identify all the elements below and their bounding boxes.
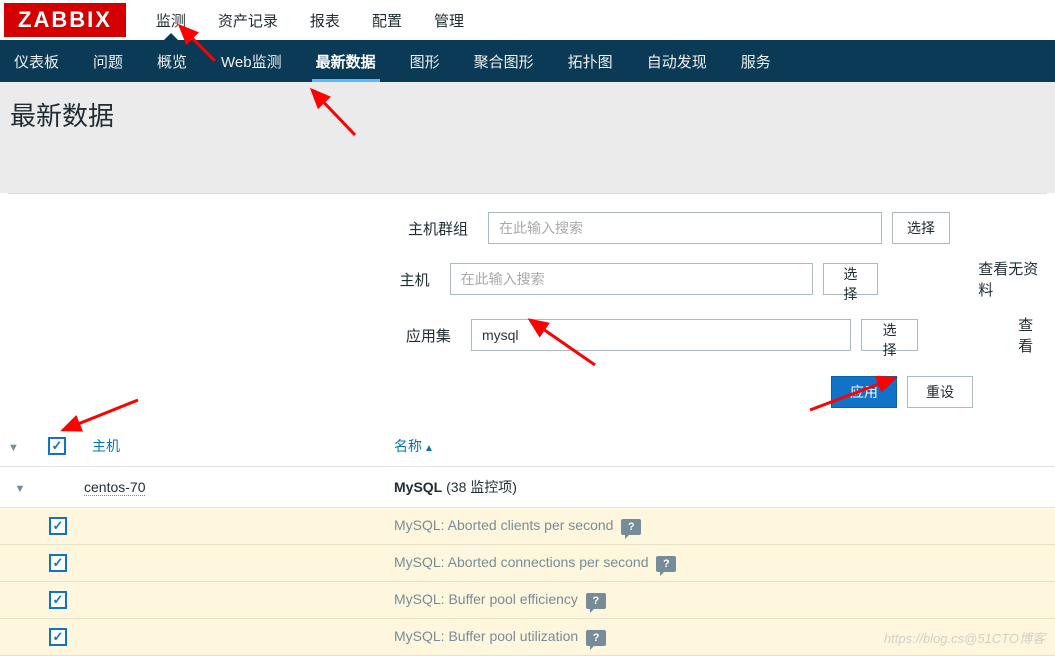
item-name[interactable]: MySQL: Aborted connections per second — [394, 554, 648, 570]
row-checkbox[interactable] — [49, 554, 67, 572]
row-checkbox[interactable] — [49, 628, 67, 646]
app-input[interactable] — [471, 319, 851, 351]
app-name: MySQL — [394, 479, 442, 495]
filter-row-host: 主机 选择 查看无资料 — [8, 258, 1047, 300]
check-all-checkbox[interactable] — [48, 437, 66, 455]
logo: ZABBIX — [4, 3, 126, 37]
side-label-no-data: 查看无资料 — [978, 258, 1047, 300]
top-nav-item[interactable]: 监测 — [154, 0, 188, 41]
top-nav-item[interactable]: 报表 — [308, 0, 342, 41]
sub-nav-item[interactable]: Web监测 — [217, 41, 286, 82]
top-nav: 监测资产记录报表配置管理 — [154, 0, 466, 41]
help-icon[interactable]: ? — [586, 630, 606, 646]
sub-nav-item[interactable]: 服务 — [737, 41, 775, 82]
host-group-select-button[interactable]: 选择 — [892, 212, 950, 244]
sub-nav-item[interactable]: 仪表板 — [10, 41, 63, 82]
sub-nav-item[interactable]: 拓扑图 — [564, 41, 617, 82]
table-header-row: ▼ 主机 名称▲ — [0, 426, 1055, 467]
caret-down-icon[interactable]: ▼ — [15, 483, 26, 495]
filter-buttons: 应用 重设 — [8, 376, 1047, 408]
help-icon[interactable]: ? — [656, 556, 676, 572]
side-label-view: 查看 — [1018, 314, 1047, 356]
table-row: MySQL: Aborted clients per second ? — [0, 508, 1055, 545]
watermark: https://blog.cs@51CTO博客 — [884, 628, 1045, 647]
host-header[interactable]: 主机 — [76, 426, 386, 467]
app-select-button[interactable]: 选择 — [861, 319, 918, 351]
sub-nav: 仪表板问题概览 Web监测最新数据图形聚合图形拓扑图自动发现服务 — [0, 40, 1055, 82]
sub-nav-item[interactable]: 自动发现 — [643, 41, 711, 82]
check-all-header[interactable] — [40, 426, 76, 467]
page-header: 最新数据 — [0, 82, 1055, 193]
help-icon[interactable]: ? — [621, 519, 641, 535]
top-nav-item[interactable]: 配置 — [370, 0, 404, 41]
host-input[interactable] — [450, 263, 813, 295]
row-checkbox[interactable] — [49, 591, 67, 609]
table-row: MySQL: Buffer pool efficiency ? — [0, 582, 1055, 619]
name-header[interactable]: 名称▲ — [386, 426, 1055, 467]
host-group-input[interactable] — [488, 212, 882, 244]
reset-button[interactable]: 重设 — [907, 376, 973, 408]
page-title: 最新数据 — [10, 96, 1045, 133]
row-checkbox[interactable] — [49, 517, 67, 535]
filter-panel: 主机群组 选择 主机 选择 查看无资料 应用集 选择 查看 应用 重设 — [8, 193, 1047, 426]
item-name[interactable]: MySQL: Buffer pool efficiency — [394, 591, 578, 607]
table-group-row: ▼ centos-70 MySQL (38 监控项) — [0, 467, 1055, 508]
sub-nav-item[interactable]: 概览 — [153, 41, 191, 82]
app-label: 应用集 — [8, 325, 461, 346]
apply-button[interactable]: 应用 — [831, 376, 897, 408]
filter-row-host-group: 主机群组 选择 — [8, 212, 1047, 244]
sub-nav-item[interactable]: 图形 — [406, 41, 444, 82]
caret-down-icon[interactable]: ▼ — [8, 442, 19, 454]
host-select-button[interactable]: 选择 — [823, 263, 879, 295]
host-label: 主机 — [8, 269, 440, 290]
sub-nav-item[interactable]: 问题 — [89, 41, 127, 82]
sub-nav-item[interactable]: 最新数据 — [312, 41, 380, 82]
data-table: ▼ 主机 名称▲ ▼ centos-70 MySQL (38 监控项) MySQ… — [0, 426, 1055, 656]
sort-asc-icon: ▲ — [424, 443, 434, 454]
item-name[interactable]: MySQL: Aborted clients per second — [394, 517, 613, 533]
help-icon[interactable]: ? — [586, 593, 606, 609]
expand-all-header[interactable]: ▼ — [0, 426, 40, 467]
top-bar: ZABBIX 监测资产记录报表配置管理 — [0, 0, 1055, 40]
top-nav-item[interactable]: 资产记录 — [216, 0, 280, 41]
app-count: (38 监控项) — [446, 479, 517, 495]
sub-nav-item[interactable]: 聚合图形 — [470, 41, 538, 82]
filter-row-app: 应用集 选择 查看 — [8, 314, 1047, 356]
table-row: MySQL: Aborted connections per second ? — [0, 545, 1055, 582]
item-name[interactable]: MySQL: Buffer pool utilization — [394, 628, 578, 644]
host-link[interactable]: centos-70 — [84, 479, 145, 496]
top-nav-item[interactable]: 管理 — [432, 0, 466, 41]
host-group-label: 主机群组 — [8, 218, 478, 239]
